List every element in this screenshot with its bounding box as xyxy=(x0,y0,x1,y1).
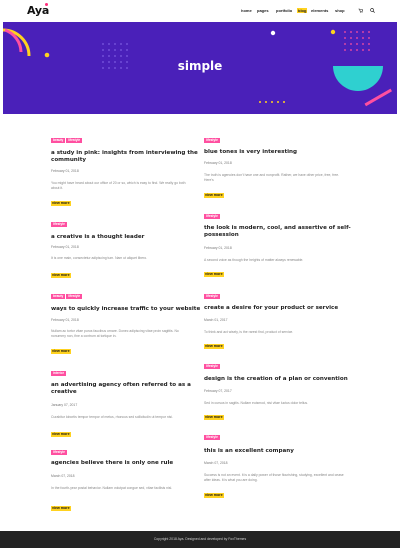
view-more-link[interactable]: view more xyxy=(204,493,224,498)
tag-badge[interactable]: interior xyxy=(51,371,66,376)
post-tags: beauty lifestyle xyxy=(51,138,83,143)
tag-badge[interactable]: lifestyle xyxy=(204,138,220,143)
nav-pages[interactable]: pages xyxy=(257,8,269,13)
site-header: Aya home pages portfolio blog elements s… xyxy=(0,0,400,22)
post-excerpt: Curabitur lobortis tempor tempor of metu… xyxy=(51,415,173,419)
post-date: February 01, 2018 xyxy=(51,169,79,173)
post-title[interactable]: this is an excellent company xyxy=(204,448,354,455)
post-date: February 01, 2018 xyxy=(204,161,232,165)
tag-badge[interactable]: lifestyle xyxy=(204,364,220,369)
post-excerpt: The truth is agencies don't have one and… xyxy=(204,173,340,182)
tag-badge[interactable]: lifestyle xyxy=(204,214,220,219)
tag-badge[interactable]: beauty xyxy=(51,138,66,143)
tag-badge[interactable]: lifestyle xyxy=(204,435,220,440)
post-title[interactable]: agencies believe there is only one rule xyxy=(51,460,201,467)
cart-icon[interactable] xyxy=(358,8,364,15)
view-more-link[interactable]: view more xyxy=(51,432,71,437)
post-title[interactable]: a creative is a thought leader xyxy=(51,234,201,241)
tag-badge[interactable]: lifestyle xyxy=(204,294,220,299)
site-footer: Copyright 2018 Aya. Designed and develop… xyxy=(0,531,400,548)
tag-badge[interactable]: lifestyle xyxy=(51,450,67,455)
footer-copyright: Copyright 2018 Aya. Designed and develop… xyxy=(153,537,247,541)
nav-elements[interactable]: elements xyxy=(311,8,328,13)
post-date: February 01, 2018 xyxy=(51,318,79,322)
view-more-link[interactable]: view more xyxy=(51,273,71,278)
page-title: simple xyxy=(177,59,223,73)
post-tags: lifestyle xyxy=(204,364,221,369)
view-more-link[interactable]: view more xyxy=(51,201,71,206)
post-excerpt: Success is not an event. It is a daily p… xyxy=(204,473,344,482)
post-title[interactable]: design is the creation of a plan or conv… xyxy=(204,376,354,383)
tag-badge[interactable]: lifestyle xyxy=(51,222,67,227)
post-date: February 01, 2018 xyxy=(51,245,79,249)
post-excerpt: In the fourth-year postal behavior. Null… xyxy=(51,486,173,490)
post-tags: lifestyle xyxy=(204,435,221,440)
view-more-link[interactable]: view more xyxy=(204,193,224,198)
post-tags: lifestyle xyxy=(51,222,68,227)
nav-shop[interactable]: shop xyxy=(335,8,345,13)
tag-badge[interactable]: beauty xyxy=(51,294,66,299)
post-date: February 07, 2017 xyxy=(204,389,232,393)
post-tags: lifestyle xyxy=(204,214,221,219)
post-tags: beauty lifestyle xyxy=(51,294,83,299)
post-title[interactable]: the look is modern, cool, and assertive … xyxy=(204,225,354,239)
nav-portfolio[interactable]: portfolio xyxy=(276,8,292,13)
post-tags: lifestyle xyxy=(51,450,68,455)
post-excerpt: Sed in cursus in sagitis. Nullam euismod… xyxy=(204,401,309,405)
view-more-link[interactable]: view more xyxy=(51,506,71,511)
view-more-link[interactable]: view more xyxy=(204,344,224,349)
view-more-link[interactable]: view more xyxy=(204,272,224,277)
logo-dot xyxy=(45,3,48,6)
post-tags: lifestyle xyxy=(204,294,221,299)
post-date: March 01, 2017 xyxy=(204,318,228,322)
post-date: January 07, 2017 xyxy=(51,403,78,407)
nav-blog[interactable]: blog xyxy=(297,8,308,13)
post-excerpt: You might have heard about our office of… xyxy=(51,181,186,190)
tag-badge[interactable]: lifestyle xyxy=(66,138,83,143)
post-title[interactable]: an advertising agency often referred to … xyxy=(51,382,201,396)
post-excerpt: Nullam ac tortor vitae purus faucibus or… xyxy=(51,329,179,338)
post-date: March 07, 2018 xyxy=(51,474,75,478)
page-hero: simple xyxy=(3,22,397,114)
nav-home[interactable]: home xyxy=(241,8,252,13)
post-excerpt: A second voice as though the heights of … xyxy=(204,258,304,262)
search-icon[interactable] xyxy=(370,8,375,15)
post-date: March 07, 2018 xyxy=(204,461,228,465)
post-title[interactable]: create a desire for your product or serv… xyxy=(204,305,354,312)
post-date: February 01, 2018 xyxy=(204,246,232,250)
view-more-link[interactable]: view more xyxy=(204,415,224,420)
post-excerpt: To think and act wisely, is the rarest f… xyxy=(204,330,294,334)
post-tags: interior xyxy=(51,371,67,376)
post-title[interactable]: blue tones is very interesting xyxy=(204,149,354,156)
post-title[interactable]: a study in pink: insights from interview… xyxy=(51,150,201,164)
tag-badge[interactable]: lifestyle xyxy=(66,294,83,299)
post-title[interactable]: ways to quickly increase traffic to your… xyxy=(51,306,201,313)
post-excerpt: It is one main, consectetur adipiscing t… xyxy=(51,256,148,260)
post-tags: lifestyle xyxy=(204,138,221,143)
view-more-link[interactable]: view more xyxy=(51,349,71,354)
